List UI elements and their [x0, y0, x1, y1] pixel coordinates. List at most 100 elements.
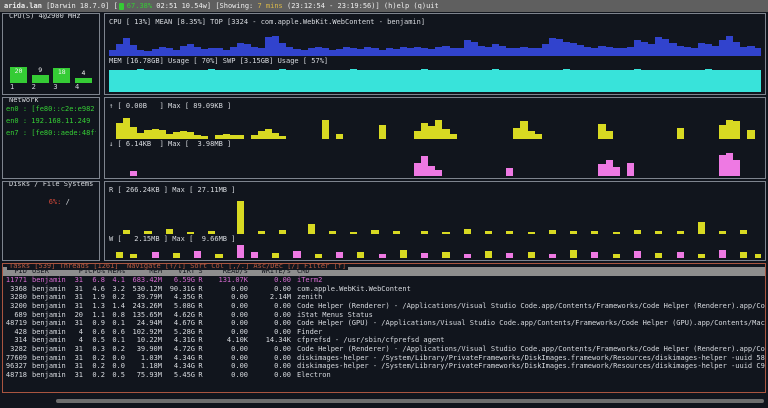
- bar: [620, 48, 627, 56]
- bar: [669, 43, 676, 56]
- cpu-core-value: 18: [53, 69, 70, 76]
- cell-virt: 4.34G: [162, 362, 195, 371]
- bar: [591, 48, 598, 56]
- cell-memp: 0.8: [105, 311, 125, 320]
- cell-s: R: [195, 336, 206, 345]
- bar: [265, 37, 272, 56]
- task-row[interactable]: 3282benjamin310.30.239.90M4.72GR0.000.00…: [3, 345, 765, 354]
- task-row[interactable]: 11771benjamin316.84.1683.42M6.59GR131.07…: [3, 276, 765, 285]
- cell-pid: 3368: [3, 285, 27, 294]
- cpu-core-gauge: 44: [75, 20, 92, 92]
- task-row[interactable]: 48719benjamin310.90.124.94M4.67GR0.000.0…: [3, 319, 765, 328]
- bar: [223, 70, 230, 92]
- cell-s: R: [195, 371, 206, 380]
- bar: [513, 70, 520, 92]
- task-row[interactable]: 3368benjamin314.63.2530.12M90.31GR0.000.…: [3, 285, 765, 294]
- disk-write-line: W [ 2.15MB ] Max [ 9.66MB ]: [109, 234, 761, 244]
- bar: [414, 70, 421, 92]
- cell-pid: 3200: [3, 302, 27, 311]
- showing-label: [Showing:: [215, 1, 257, 11]
- bar: [435, 70, 442, 92]
- task-row[interactable]: 3200benjamin311.31.4243.26M5.08GR0.000.0…: [3, 302, 765, 311]
- task-row[interactable]: 96327benjamin310.20.01.18M4.34GR0.000.00…: [3, 362, 765, 371]
- disk-mount-point: /: [61, 198, 69, 206]
- bar: [123, 118, 130, 139]
- task-row[interactable]: 428benjamin40.60.6102.92M5.28GR0.000.00F…: [3, 328, 765, 337]
- column-header-cmd[interactable]: CMD: [291, 267, 765, 276]
- bar: [201, 49, 208, 56]
- bar: [677, 128, 684, 138]
- bar: [109, 70, 116, 92]
- bar: [435, 170, 442, 176]
- cell-pid: 428: [3, 328, 27, 337]
- bar: [215, 254, 222, 258]
- cell-memp: 0.2: [105, 345, 125, 354]
- bar: [272, 36, 279, 56]
- bar: [166, 48, 173, 56]
- bar: [506, 253, 513, 258]
- bar: [265, 129, 272, 138]
- bar: [677, 252, 684, 258]
- bar: [669, 70, 676, 92]
- disks-section: Disks / File Systems 6%: / R [ 266.24KB …: [0, 180, 768, 262]
- bar: [598, 46, 605, 56]
- bar: [691, 70, 698, 92]
- task-row[interactable]: 3280benjamin311.90.239.79M4.35GR0.002.14…: [3, 293, 765, 302]
- bar: [556, 39, 563, 56]
- bar: [379, 125, 386, 138]
- bar: [747, 46, 754, 56]
- bar: [506, 48, 513, 56]
- cell-write: 2.14M: [248, 293, 291, 302]
- bar: [492, 69, 499, 92]
- bar: [662, 70, 669, 92]
- cell-memp: 4.1: [105, 276, 125, 285]
- bar: [130, 254, 137, 258]
- cell-cmd: diskimages-helper - /System/Library/Priv…: [291, 354, 765, 363]
- bar: [598, 124, 605, 138]
- cell-user: benjamin: [32, 276, 68, 285]
- cell-mem: 243.26M: [125, 302, 162, 311]
- cell-user: benjamin: [32, 371, 68, 380]
- scrollbar[interactable]: [56, 399, 764, 403]
- bar: [726, 120, 733, 139]
- bar: [428, 70, 435, 92]
- task-row[interactable]: 48718benjamin310.20.575.93M5.45GR0.000.0…: [3, 371, 765, 380]
- bar: [733, 121, 740, 138]
- task-row[interactable]: 77609benjamin310.20.01.03M4.34GR0.000.00…: [3, 354, 765, 363]
- cpu-section: CPU(S) 4@2900 MHz 2019218344 CPU [ 13%] …: [0, 12, 768, 96]
- network-interface: en7 : [fe80::aede:48ff:: [6, 127, 96, 139]
- cell-mem: 39.79M: [125, 293, 162, 302]
- cell-memp: 0.0: [105, 362, 125, 371]
- cell-user: benjamin: [32, 311, 68, 320]
- bar: [336, 252, 343, 258]
- status-bar: arida.lan [Darwin 18.7.0] [67.38% 02:51 …: [0, 0, 768, 12]
- monitor-layout: CPU(S) 4@2900 MHz 2019218344 CPU [ 13%] …: [0, 12, 768, 408]
- bar: [237, 43, 244, 56]
- bar: [698, 43, 705, 56]
- bar: [641, 42, 648, 56]
- bar: [620, 70, 627, 92]
- bar: [478, 46, 485, 56]
- tasks-title-line: Tasks [539] Threads [1261] Navigate [↑/↓…: [7, 263, 348, 270]
- task-row[interactable]: 314benjamin40.50.110.22M4.31GR4.10K14.34…: [3, 336, 765, 345]
- bar: [428, 166, 435, 176]
- bar: [740, 70, 747, 92]
- cell-s: R: [195, 311, 206, 320]
- cell-write: 0.00: [248, 285, 291, 294]
- battery-detail: 02:51 10.54w]: [152, 1, 215, 11]
- bar: [478, 70, 485, 92]
- cell-write: 0.00: [248, 362, 291, 371]
- cpu-core-label: 3: [53, 83, 70, 92]
- cell-read: 0.00: [206, 328, 248, 337]
- task-row[interactable]: 689benjamin201.10.8135.65M4.62GR0.000.00…: [3, 311, 765, 320]
- bar: [400, 47, 407, 56]
- bar: [549, 38, 556, 56]
- cell-cpu: 0.3: [83, 345, 105, 354]
- bar: [428, 126, 435, 138]
- bar: [308, 224, 315, 234]
- bar: [485, 70, 492, 92]
- bar: [336, 70, 343, 92]
- bar: [584, 47, 591, 56]
- bar: [244, 70, 251, 92]
- cell-cmd: diskimages-helper - /System/Library/Priv…: [291, 362, 765, 371]
